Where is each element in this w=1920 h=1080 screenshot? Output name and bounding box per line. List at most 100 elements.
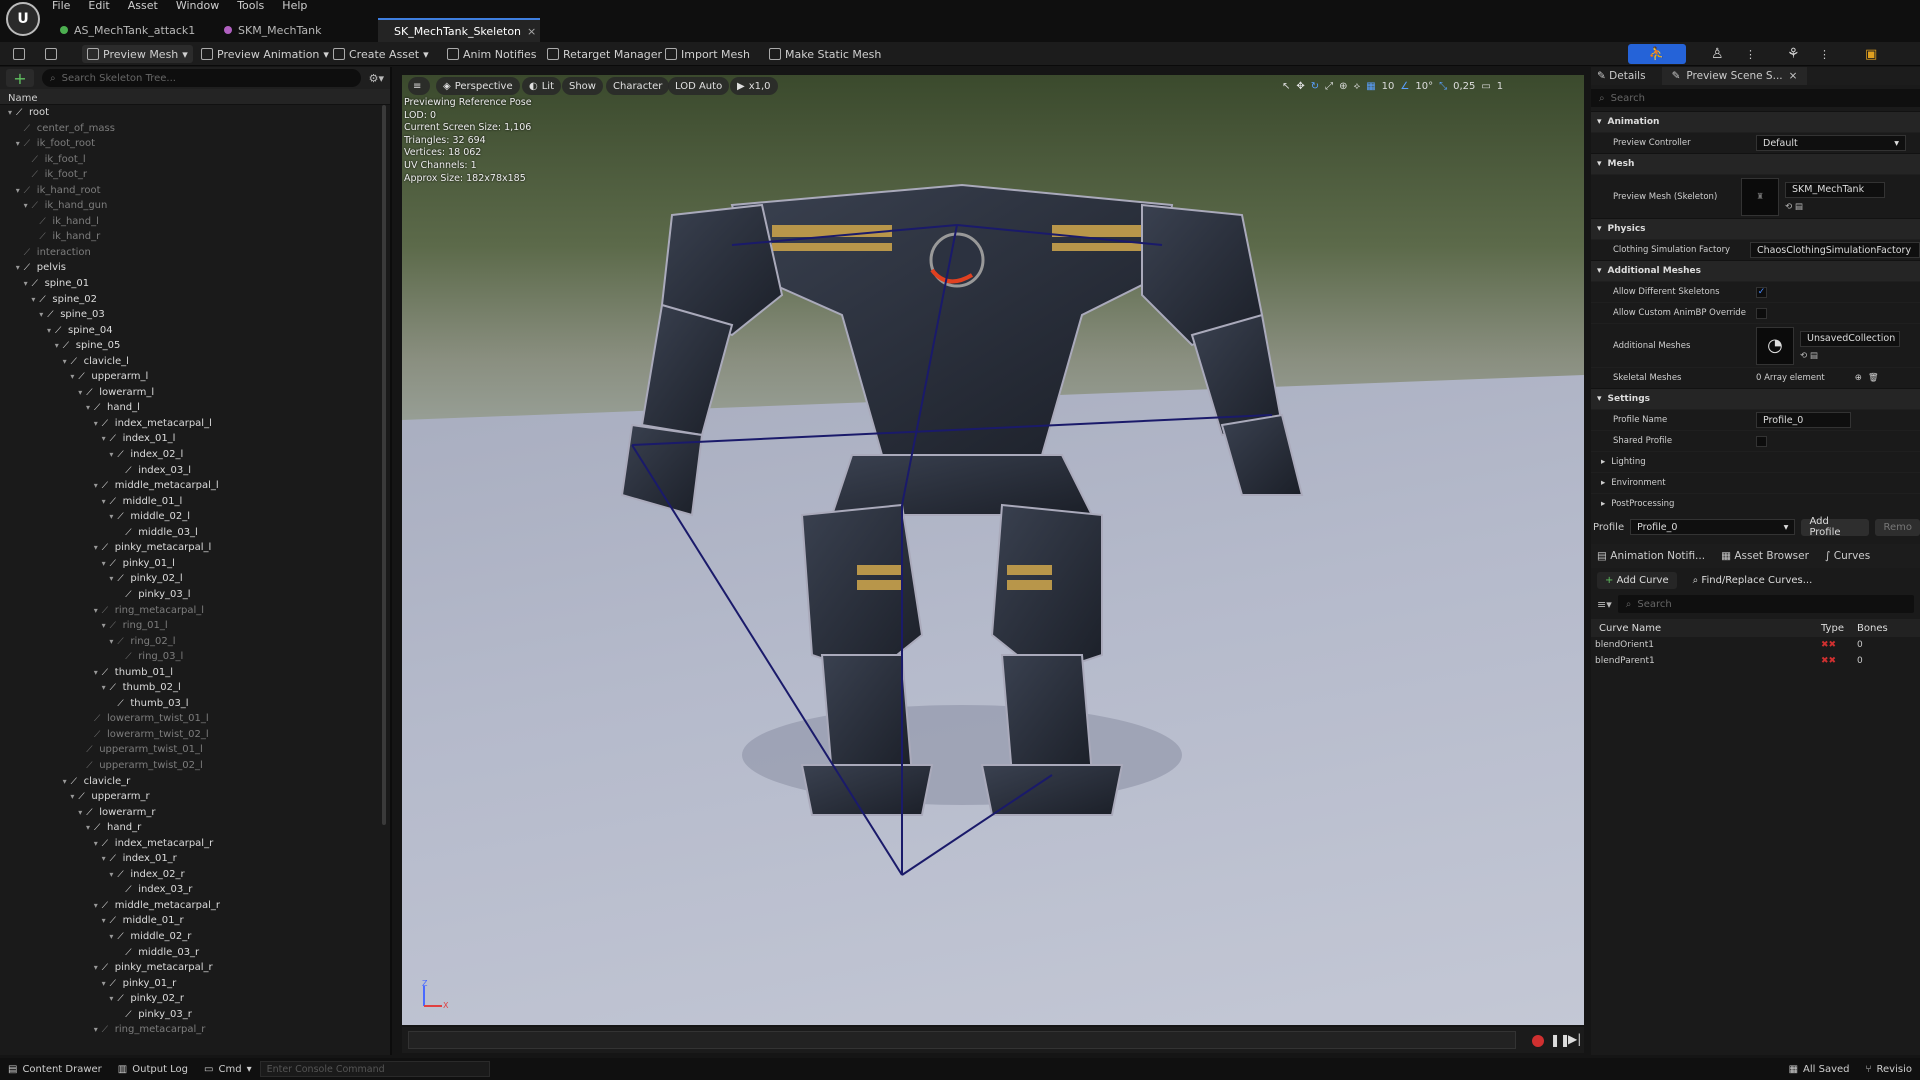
settings-gear-icon[interactable]: ⚙▾ bbox=[369, 72, 384, 85]
bone-row[interactable]: ⟋ pinky_03_r bbox=[0, 1007, 390, 1023]
bone-row[interactable]: ▾ ⟋ thumb_01_l bbox=[0, 665, 390, 681]
expander-arrow-icon[interactable]: ▾ bbox=[47, 323, 55, 339]
rotation-snap-icon[interactable]: ∠ bbox=[1400, 81, 1409, 92]
expander-arrow-icon[interactable]: ▾ bbox=[31, 292, 39, 308]
rotate-icon[interactable]: ↻ bbox=[1311, 81, 1319, 92]
expander-arrow-icon[interactable]: ▾ bbox=[102, 851, 110, 867]
tab-preview-scene[interactable]: ✎ Preview Scene S... × bbox=[1661, 67, 1808, 85]
curve-type-column[interactable]: Type bbox=[1821, 623, 1857, 634]
save-button[interactable] bbox=[8, 45, 30, 63]
bone-row[interactable]: ▾ ⟋ ik_hand_root bbox=[0, 183, 390, 199]
bone-row[interactable]: ▾ ⟋ middle_01_l bbox=[0, 494, 390, 510]
expander-arrow-icon[interactable]: ▾ bbox=[16, 136, 24, 152]
expander-arrow-icon[interactable]: ▾ bbox=[70, 369, 78, 385]
camera-speed-icon[interactable]: ▭ bbox=[1481, 81, 1490, 92]
expander-arrow-icon[interactable]: ▾ bbox=[109, 571, 117, 587]
menu-item-edit[interactable]: Edit bbox=[88, 0, 109, 12]
bone-row[interactable]: ▾ ⟋ ik_hand_gun bbox=[0, 198, 390, 214]
expander-arrow-icon[interactable]: ▾ bbox=[109, 929, 117, 945]
scale-icon[interactable]: ⤢ bbox=[1325, 81, 1333, 92]
bone-row[interactable]: ▾ ⟋ ring_02_l bbox=[0, 634, 390, 650]
lod-button[interactable]: LOD Auto bbox=[668, 77, 730, 95]
bone-row[interactable]: ▾ ⟋ middle_02_r bbox=[0, 929, 390, 945]
add-curve-button[interactable]: + Add Curve bbox=[1597, 572, 1677, 589]
scale-snap-icon[interactable]: ⤡ bbox=[1439, 81, 1447, 92]
tree-scrollbar[interactable] bbox=[382, 105, 386, 825]
revision-control-button[interactable]: ⑂ Revisio bbox=[1858, 1058, 1920, 1080]
name-column-header[interactable]: Name bbox=[0, 89, 390, 105]
expander-arrow-icon[interactable]: ▾ bbox=[24, 198, 32, 214]
clothing-factory-dropdown[interactable]: ChaosClothingSimulationFactory bbox=[1750, 242, 1920, 258]
bone-row[interactable]: ▾ ⟋ pinky_02_l bbox=[0, 571, 390, 587]
expander-arrow-icon[interactable]: ▾ bbox=[109, 867, 117, 883]
preview-controller-dropdown[interactable]: Default ▾ bbox=[1756, 135, 1906, 151]
tab-animation-notifies[interactable]: ▤ Animation Notifi... bbox=[1597, 550, 1705, 562]
expander-arrow-icon[interactable]: ▾ bbox=[94, 603, 102, 619]
expander-arrow-icon[interactable]: ▾ bbox=[16, 260, 24, 276]
create-asset-button[interactable]: Create Asset ▾ bbox=[328, 45, 434, 63]
expander-arrow-icon[interactable]: ▾ bbox=[94, 540, 102, 556]
bone-row[interactable]: ▾ ⟋ spine_05 bbox=[0, 338, 390, 354]
bone-row[interactable]: ▾ ⟋ middle_metacarpal_l bbox=[0, 478, 390, 494]
expander-arrow-icon[interactable]: ▾ bbox=[8, 105, 16, 121]
postprocessing-group[interactable]: ▸ PostProcessing bbox=[1591, 493, 1920, 514]
bone-row[interactable]: ▾ ⟋ middle_01_r bbox=[0, 913, 390, 929]
animation-mode-button[interactable]: ⚘ bbox=[1782, 45, 1805, 63]
add-profile-button[interactable]: Add Profile bbox=[1801, 516, 1870, 538]
step-forward-icon[interactable]: ▶| bbox=[1568, 1032, 1581, 1046]
expander-arrow-icon[interactable]: ▾ bbox=[102, 913, 110, 929]
environment-group[interactable]: ▸ Environment bbox=[1591, 472, 1920, 493]
expander-arrow-icon[interactable]: ▾ bbox=[24, 276, 32, 292]
preview-mesh-button[interactable]: Preview Mesh ▾ bbox=[82, 45, 193, 63]
use-browse-icons[interactable]: ⟲ ▤ bbox=[1785, 202, 1885, 212]
world-local-icon[interactable]: ⊕ bbox=[1339, 81, 1347, 92]
cmd-dropdown[interactable]: ▭ Cmd ▾ bbox=[196, 1058, 260, 1080]
filter-icon[interactable]: ≡▾ bbox=[1597, 598, 1612, 611]
select-icon[interactable]: ↖ bbox=[1282, 81, 1290, 92]
content-drawer-button[interactable]: ▤ Content Drawer bbox=[0, 1058, 110, 1080]
grid-snap-icon[interactable]: ▦ bbox=[1366, 81, 1375, 92]
bone-row[interactable]: ▾ ⟋ index_01_r bbox=[0, 851, 390, 867]
details-search-input[interactable]: ⌕ Search bbox=[1591, 89, 1920, 107]
bone-row[interactable]: ▾ ⟋ middle_02_l bbox=[0, 509, 390, 525]
preview-animation-button[interactable]: Preview Animation ▾ bbox=[196, 45, 334, 63]
allow-different-skeletons-checkbox[interactable]: ✓ bbox=[1756, 286, 1767, 298]
bone-row[interactable]: ▾ ⟋ index_02_r bbox=[0, 867, 390, 883]
bone-row[interactable]: ⟋ middle_03_r bbox=[0, 945, 390, 961]
find-replace-curves-button[interactable]: ⌕ Find/Replace Curves... bbox=[1685, 572, 1821, 589]
bone-row[interactable]: ▾ ⟋ pelvis bbox=[0, 260, 390, 276]
category-physics[interactable]: ▾ Physics bbox=[1591, 218, 1920, 239]
category-settings[interactable]: ▾ Settings bbox=[1591, 388, 1920, 409]
retarget-manager-button[interactable]: Retarget Manager bbox=[542, 45, 667, 63]
preview-mesh-picker[interactable]: SKM_MechTank bbox=[1785, 181, 1885, 198]
bone-row[interactable]: ▾ ⟋ spine_02 bbox=[0, 292, 390, 308]
preview-viewport[interactable]: ≡ ◈ Perspective ◐ Lit Show Character LOD A… bbox=[402, 75, 1584, 1025]
category-animation[interactable]: ▾ Animation bbox=[1591, 111, 1920, 132]
bone-row[interactable]: ▾ ⟋ pinky_metacarpal_r bbox=[0, 960, 390, 976]
expander-arrow-icon[interactable]: ▾ bbox=[94, 665, 102, 681]
bone-row[interactable]: ▾ ⟋ clavicle_r bbox=[0, 774, 390, 790]
curve-row[interactable]: blendParent1 ✖✖ 0 bbox=[1591, 653, 1920, 669]
bone-row[interactable]: ▾ ⟋ upperarm_l bbox=[0, 369, 390, 385]
add-element-icon[interactable]: ⊕ bbox=[1855, 373, 1862, 383]
remove-profile-button[interactable]: Remo bbox=[1875, 518, 1920, 536]
additional-meshes-picker[interactable]: UnsavedCollection bbox=[1800, 330, 1900, 347]
character-button[interactable]: Character bbox=[606, 77, 670, 95]
tab-skeletal-mesh[interactable]: SKM_MechTank bbox=[214, 18, 331, 42]
curve-name-column[interactable]: Curve Name bbox=[1591, 623, 1821, 634]
close-icon[interactable]: × bbox=[1789, 70, 1798, 82]
bone-row[interactable]: ⟋ lowerarm_twist_01_l bbox=[0, 711, 390, 727]
bone-row[interactable]: ▾ ⟋ ring_metacarpal_r bbox=[0, 1022, 390, 1038]
add-socket-button[interactable]: + bbox=[6, 69, 34, 88]
expander-arrow-icon[interactable]: ▾ bbox=[102, 494, 110, 510]
expander-arrow-icon[interactable]: ▾ bbox=[102, 976, 110, 992]
bone-row[interactable]: ▾ ⟋ ring_metacarpal_l bbox=[0, 603, 390, 619]
more-options-icon[interactable]: ⋮ bbox=[1814, 45, 1835, 63]
skeleton-search-input[interactable]: ⌕ Search Skeleton Tree... bbox=[42, 69, 361, 87]
bone-row[interactable]: ⟋ ik_hand_l bbox=[0, 214, 390, 230]
bone-row[interactable]: ▾ ⟋ index_02_l bbox=[0, 447, 390, 463]
mesh-thumbnail[interactable]: ♜ bbox=[1741, 177, 1779, 216]
expander-arrow-icon[interactable]: ▾ bbox=[109, 447, 117, 463]
category-mesh[interactable]: ▾ Mesh bbox=[1591, 153, 1920, 174]
skeleton-mode-button[interactable]: ⛹ bbox=[1628, 44, 1686, 64]
